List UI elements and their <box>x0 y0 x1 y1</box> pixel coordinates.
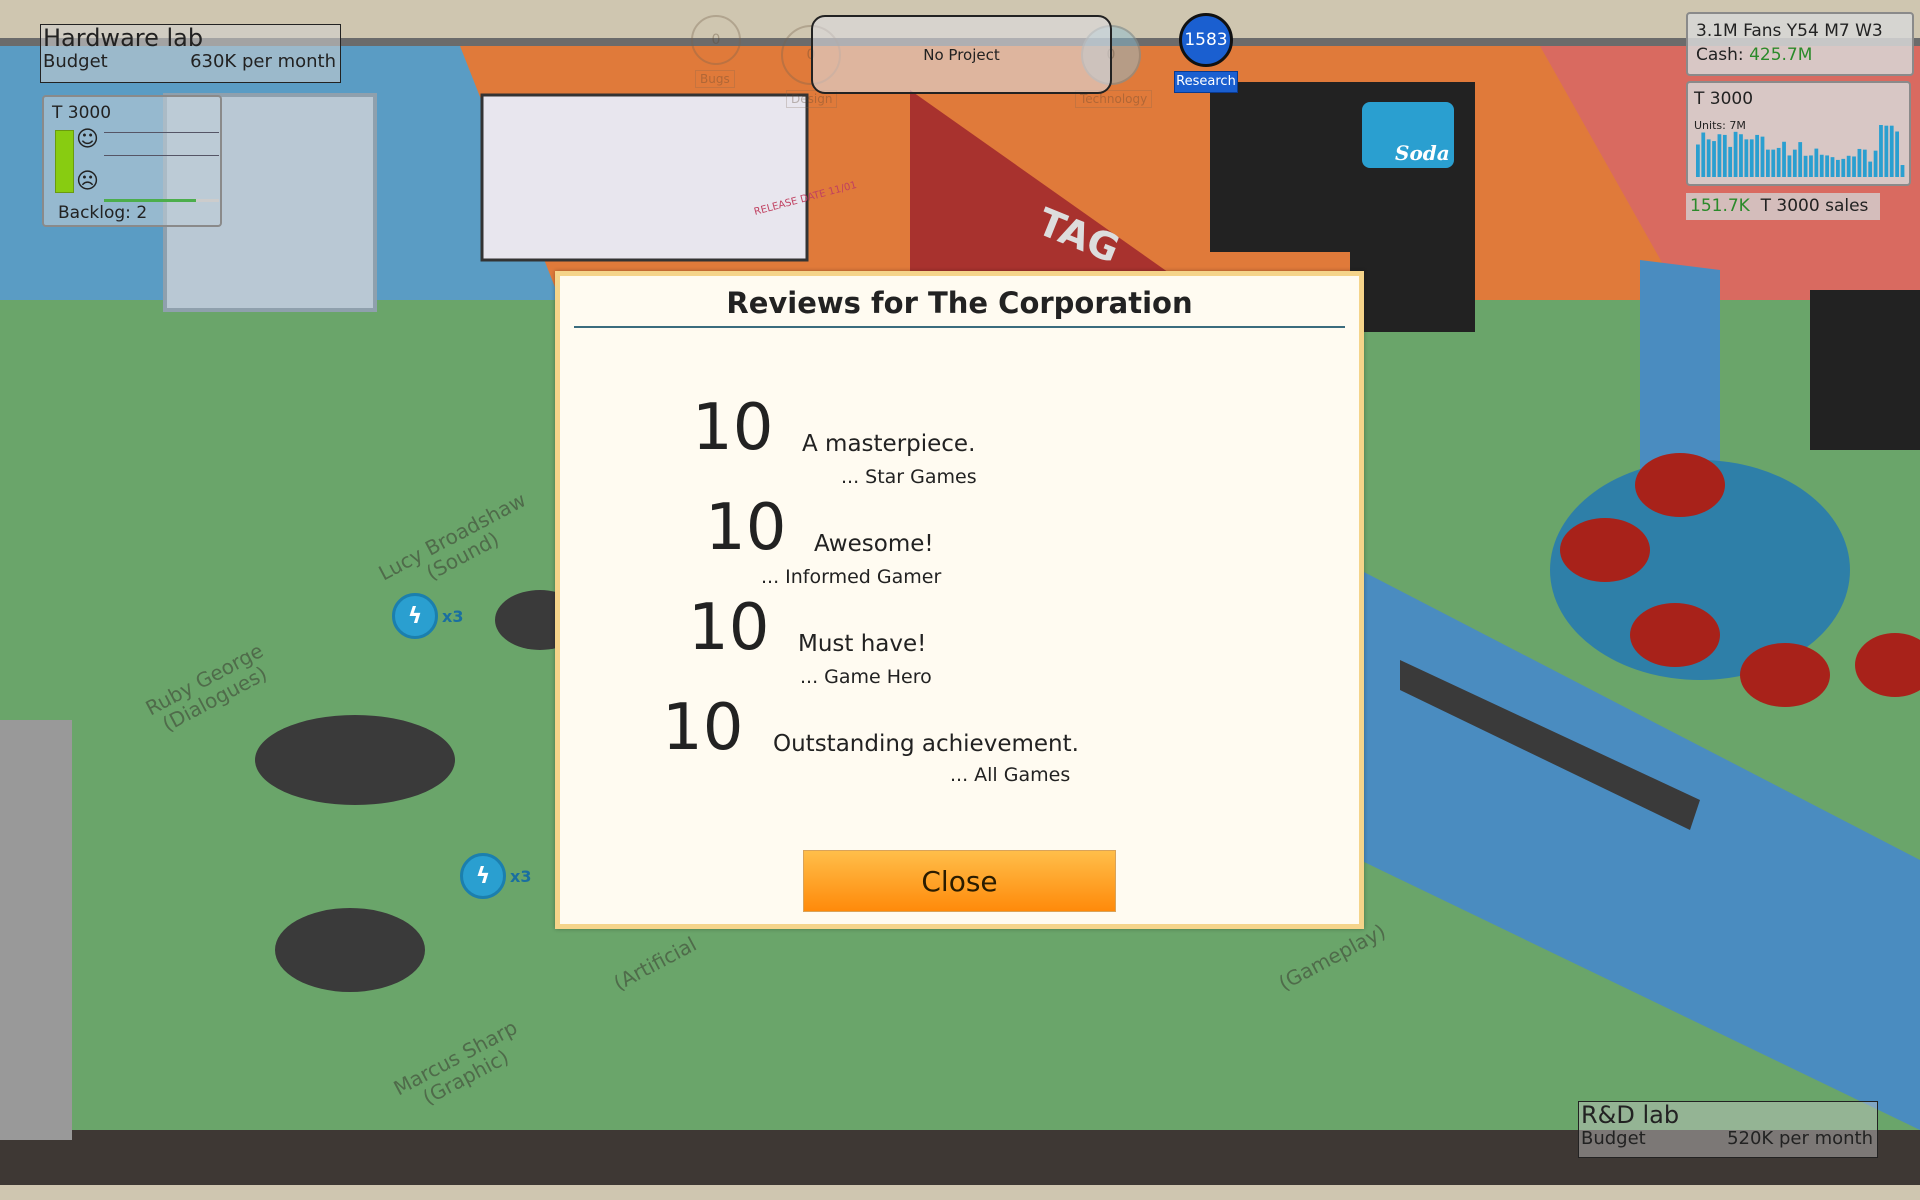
budget-label: Budget <box>43 51 108 72</box>
sales-bar <box>1776 147 1781 177</box>
sales-bar <box>1792 149 1797 177</box>
sales-bar <box>1803 155 1808 177</box>
sales-bar <box>1830 157 1835 177</box>
sales-bar <box>1889 125 1894 177</box>
review-score: 10 <box>688 591 770 665</box>
sad-face-icon: ☹ <box>76 169 99 194</box>
sales-summary: 151.7K T 3000 sales <box>1686 193 1880 220</box>
lightning-icon: ϟ <box>460 853 506 899</box>
review-text: Must have! <box>798 631 927 657</box>
sales-bar <box>1739 134 1743 177</box>
review-source: ... All Games <box>950 764 1071 786</box>
cash-label: Cash: <box>1696 45 1744 65</box>
review-score: 10 <box>692 391 774 465</box>
rd-lab-panel[interactable]: R&D lab Budget 520K per month <box>1578 1101 1878 1158</box>
sales-value: 151.7K <box>1690 196 1750 216</box>
boost-count: x3 <box>510 866 532 886</box>
sales-label: T 3000 sales <box>1760 196 1869 216</box>
sales-bar <box>1782 141 1786 177</box>
sales-bar <box>1728 146 1733 177</box>
boost-badge[interactable]: ϟ x3 <box>392 593 463 639</box>
fans-date: 3.1M Fans Y54 M7 W3 <box>1696 21 1883 41</box>
sales-bar <box>1895 131 1899 177</box>
sales-bar <box>1712 141 1716 177</box>
sales-bar <box>1798 142 1803 177</box>
dialog-title: Reviews for The Corporation <box>574 286 1345 328</box>
sales-bar <box>1819 154 1824 177</box>
sales-bar <box>1814 148 1819 177</box>
boost-badge[interactable]: ϟ x3 <box>460 853 531 899</box>
sales-bar <box>1696 144 1700 177</box>
sales-bar <box>1900 165 1905 177</box>
hardware-lab-panel[interactable]: Hardware lab Budget 630K per month <box>40 24 341 83</box>
cash-value: 425.7M <box>1749 45 1813 65</box>
sales-bar <box>1760 136 1765 177</box>
close-button[interactable]: Close <box>803 850 1116 912</box>
review-text: Awesome! <box>814 531 934 557</box>
sales-bar <box>1879 125 1883 177</box>
sales-bar <box>1841 158 1846 177</box>
project-panel[interactable]: T 3000 ☺ ☹ Backlog: 2 <box>42 95 222 227</box>
project-name: T 3000 <box>52 103 112 123</box>
sales-bar <box>1809 155 1813 177</box>
sales-bar <box>1706 139 1711 177</box>
sales-bar <box>1787 155 1792 177</box>
sales-chart-panel[interactable]: T 3000 Units: 7M <box>1686 81 1911 186</box>
sales-bar <box>1749 139 1754 177</box>
review-text: A masterpiece. <box>802 431 976 457</box>
review-source: ... Game Hero <box>800 666 932 688</box>
stats-panel[interactable]: 3.1M Fans Y54 M7 W3 Cash: 425.7M <box>1686 12 1914 76</box>
lab-title: R&D lab <box>1581 1101 1680 1129</box>
budget-label: Budget <box>1581 1128 1646 1149</box>
sales-bar <box>1862 149 1867 177</box>
research-points-value: 1583 <box>1184 30 1228 50</box>
review-score: 10 <box>662 691 744 765</box>
review-source: ... Star Games <box>841 466 977 488</box>
reviews-dialog: Reviews for The Corporation 10 A masterp… <box>555 271 1364 929</box>
happy-face-icon: ☺ <box>76 127 99 152</box>
lightning-icon: ϟ <box>392 593 438 639</box>
bugs-value: 0 <box>711 32 721 48</box>
budget-value: 520K per month <box>1727 1128 1873 1149</box>
sales-bar <box>1717 134 1722 177</box>
sales-bar <box>1733 131 1738 177</box>
backlog-count: Backlog: 2 <box>58 203 148 223</box>
sales-bar <box>1825 155 1829 177</box>
sales-bar <box>1771 149 1776 177</box>
sales-bar <box>1868 161 1873 177</box>
sales-bar <box>1884 125 1889 177</box>
review-score: 10 <box>705 491 787 565</box>
bugs-counter: 0 <box>691 15 741 65</box>
divider <box>104 132 219 133</box>
sales-bar <box>1836 159 1840 177</box>
sales-chart <box>1696 125 1905 177</box>
budget-value: 630K per month <box>190 51 336 72</box>
divider <box>104 155 219 156</box>
sales-bar <box>1701 132 1706 177</box>
sales-bar <box>1766 149 1770 177</box>
sales-bar <box>1857 148 1862 177</box>
research-points[interactable]: 1583 <box>1179 13 1233 67</box>
review-text: Outstanding achievement. <box>773 731 1079 757</box>
sales-bar <box>1852 156 1856 177</box>
project-status-label: No Project <box>923 45 1000 64</box>
research-button[interactable]: Research <box>1174 71 1238 93</box>
sales-chart-title: T 3000 <box>1694 89 1754 109</box>
sales-bar <box>1755 134 1759 177</box>
sales-bar <box>1722 134 1727 177</box>
boost-count: x3 <box>442 606 464 626</box>
sales-bar <box>1846 155 1851 177</box>
review-source: ... Informed Gamer <box>761 566 942 588</box>
sales-bar <box>1744 139 1749 177</box>
project-status-box[interactable]: No Project <box>811 15 1112 94</box>
lab-title: Hardware lab <box>43 24 204 52</box>
progress-bar <box>104 199 219 202</box>
soda-sign: Soda <box>1395 141 1450 165</box>
sales-bar <box>1873 150 1878 177</box>
bugs-label: Bugs <box>695 70 735 88</box>
quality-bar <box>55 130 74 193</box>
